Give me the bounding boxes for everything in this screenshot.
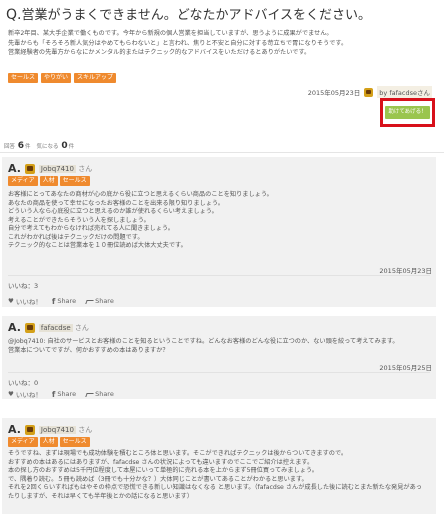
answer-line: 考えることができたらそういう人を探しましょう。	[8, 216, 150, 224]
answer-line: これがわかれば後はテクニックだけの問題です。	[8, 233, 144, 241]
question-title: Q.営業がうまくできません。どなたかアドバイスをください。	[6, 4, 371, 23]
answer-line: 営業本についてですが、何かおすすめの本はありますか？	[8, 346, 169, 354]
tag-media[interactable]: メディア	[8, 437, 38, 447]
tag-jinzai[interactable]: 人材	[39, 176, 58, 186]
answer-text: お客様にとってあなたの商材が心の底から役に立つと思えるくらい商品のことを知りまし…	[8, 191, 428, 251]
facebook-share-button[interactable]: f Share	[52, 297, 76, 306]
like-button[interactable]: ♥ いいね！	[8, 296, 42, 306]
answer-card: A. fafacdse さん @Jobq7410: 自社のサービスとお客様のこと…	[2, 316, 436, 399]
question-body-line: 営業経験者の先輩方からなにかメンタル的またはテクニック的なアドバイスをいただける…	[8, 49, 311, 57]
answer-line: そうですね、まずは現場でも成功体験を積むところ体と思います。そこができればテクニ…	[8, 450, 348, 457]
answer-header: A. Jobq7410 さん	[8, 162, 92, 175]
thumb-icon: ♥	[8, 390, 14, 398]
answer-letter: A.	[8, 423, 21, 436]
question-date: 2015年05月23日	[307, 89, 361, 97]
author-name: fafacdse	[389, 89, 417, 97]
answer-line: お客様にとってあなたの商材が心の底から役に立つと思えるくらい商品のことを知りまし…	[8, 191, 273, 198]
question-author[interactable]: by fafacdseさん	[377, 86, 432, 98]
help-button[interactable]: 助けてあげる！	[385, 106, 430, 119]
answer-card: A. Jobq7410 さん メディア 人材 セールス そうですね、まずは現場で…	[2, 418, 436, 514]
tag-yarigai[interactable]: やりがい	[41, 73, 72, 83]
answer-letter: A.	[8, 162, 21, 175]
divider	[0, 152, 444, 153]
question-body-line: 新卒2年目、某大手企業で働くものです。今年から新規の個人営業を担当していますが、…	[8, 30, 333, 37]
answer-line: あなたの商品を使って幸せになったお客様のことを出来る限り知りましょう。	[8, 199, 224, 207]
share-button[interactable]: Share	[86, 297, 114, 305]
question-body-line: 先輩からも「そろそろ新人気分はやめてもらわないと」と言われ、焦りと不安と自分に対…	[8, 39, 348, 47]
answer-date: 2015年05月25日	[379, 364, 432, 372]
question-title-text: 営業がうまくできません。どなたかアドバイスをください。	[21, 8, 372, 23]
question-body: 新卒2年目、某大手企業で働くものです。今年から新規の個人営業を担当していますが、…	[8, 29, 436, 58]
interest-count: 気になる 0件	[36, 141, 75, 151]
answer-line: @Jobq7410: 自社のサービスとお客様のことを知るということですね。どんな…	[8, 338, 399, 345]
facebook-share-button[interactable]: f Share	[52, 390, 76, 399]
tag-skillup[interactable]: スキルアップ	[74, 73, 117, 83]
answer-author[interactable]: Jobq7410 さん	[38, 164, 92, 174]
answer-line: 自分で考えてもわからなければ売れてる人に聞きましょう。	[8, 225, 174, 232]
share-icon	[86, 391, 93, 398]
answer-tags: メディア 人材 セールス	[8, 176, 90, 186]
tag-sales[interactable]: セールス	[59, 176, 90, 186]
answer-line: それを2回くらいすればもはやその枠点で恐慌できる新しい知識はなくなる と思います…	[8, 484, 422, 500]
answer-actions: ♥ いいね！ f Share Share	[8, 296, 114, 307]
answer-line: 本の探し方のおすすめは5千円位程度して本屋にいって単極的に売れる本を上からまず5…	[8, 467, 318, 474]
divider	[8, 372, 430, 373]
share-icon	[86, 298, 93, 305]
divider	[8, 275, 430, 276]
facebook-icon: f	[51, 389, 56, 399]
answer-line: で、隅着り読む。５冊も読めば（3冊でも十分かな？）大体同じことが書いてあることが…	[8, 475, 308, 483]
user-avatar-icon	[24, 163, 35, 174]
answer-actions: ♥ いいね！ f Share Share	[8, 389, 114, 400]
answer-text: @Jobq7410: 自社のサービスとお客様のことを知るということですね。どんな…	[8, 338, 428, 355]
answer-line: テクニック的なことは営業本を１０冊位読めば大体大丈夫です。	[8, 242, 187, 249]
answer-letter: A.	[8, 321, 21, 334]
answer-author[interactable]: Jobq7410 さん	[38, 425, 92, 435]
thumb-icon: ♥	[8, 297, 14, 305]
author-suffix: さん	[417, 89, 430, 97]
user-avatar-icon	[24, 424, 35, 435]
answer-line: どういう人なら心底役に立つと思えるのか誰が使れるくらい考えましょう。	[8, 208, 218, 215]
author-prefix: by	[379, 89, 388, 97]
answer-date: 2015年05月23日	[379, 267, 432, 275]
like-count: いいね：0	[8, 379, 39, 387]
answer-counts: 回答 6件 気になる 0件	[4, 141, 74, 151]
answer-author[interactable]: fafacdse さん	[38, 323, 89, 333]
author-avatar-icon	[364, 87, 374, 97]
tag-media[interactable]: メディア	[8, 176, 38, 186]
question-mark: Q.	[6, 7, 22, 23]
answer-header: A. fafacdse さん	[8, 321, 89, 334]
share-button[interactable]: Share	[86, 390, 114, 398]
like-button[interactable]: ♥ いいね！	[8, 389, 42, 399]
user-avatar-icon	[24, 322, 35, 333]
answer-tags: メディア 人材 セールス	[8, 437, 90, 447]
question-tags: セールス やりがい スキルアップ	[8, 73, 117, 83]
facebook-icon: f	[51, 296, 56, 306]
answer-text: そうですね、まずは現場でも成功体験を積むところ体と思います。そこができればテクニ…	[8, 450, 428, 501]
answer-header: A. Jobq7410 さん	[8, 423, 92, 436]
tag-sales[interactable]: セールス	[8, 73, 39, 83]
tag-jinzai[interactable]: 人材	[39, 437, 58, 447]
answer-line: おすすめの本はあるにはありますが、fafacdse さんの状況によっても違います…	[8, 458, 314, 466]
answers-count: 回答 6件	[4, 141, 31, 151]
tag-sales[interactable]: セールス	[59, 437, 90, 447]
help-button-highlight: 助けてあげる！	[380, 98, 435, 127]
question-meta: 2015年05月23日 by fafacdseさん	[308, 86, 432, 98]
like-count: いいね：3	[8, 282, 39, 290]
answer-card: A. Jobq7410 さん メディア 人材 セールス お客様にとってあなたの商…	[2, 157, 436, 307]
